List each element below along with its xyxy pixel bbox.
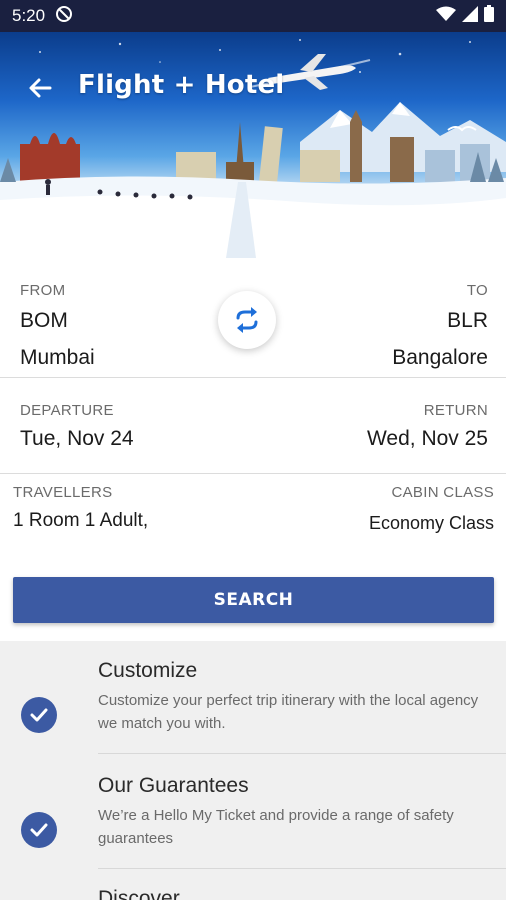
travellers-value: 1 Room 1 Adult, [13,510,149,531]
back-button[interactable] [24,72,56,104]
arrow-left-icon [29,78,52,98]
cabin-class-label: CABIN CLASS [391,484,494,501]
feature-text: Customize Customize your perfect trip it… [98,659,490,735]
signal-icon [462,5,478,27]
to-label: TO [466,282,488,299]
feature-description: We’re a Hello My Ticket and provide a ra… [98,807,454,847]
return-value: Wed, Nov 25 [366,427,488,450]
search-button[interactable]: SEARCH [13,577,494,623]
travellers-field[interactable]: TRAVELLERS 1 Room 1 Adult, [13,484,148,532]
divider [98,753,506,754]
route-section: FROM BOM Mumbai TO BLR Bangalore [0,258,506,378]
check-icon [21,697,57,733]
departure-date-field[interactable]: DEPARTURE Tue, Nov 24 [20,402,134,451]
feature-title: Discover [98,887,180,900]
departure-label: DEPARTURE [20,402,114,419]
to-code: BLR [447,309,488,332]
swap-arrows-icon [236,307,258,333]
feature-text: Discover [98,887,490,900]
to-city: Bangalore [392,346,488,369]
origin-selector[interactable]: FROM BOM Mumbai [20,282,95,373]
departure-value: Tue, Nov 24 [20,427,134,450]
hero-banner: Flight + Hotel [0,32,506,258]
from-label: FROM [20,282,66,299]
from-code: BOM [20,309,68,332]
status-time: 5:20 [12,6,46,25]
status-bar: 5:20 [0,0,506,32]
travellers-section: TRAVELLERS 1 Room 1 Adult, CABIN CLASS E… [0,474,506,570]
return-label: RETURN [423,402,488,419]
feature-description: Customize your perfect trip itinerary wi… [98,692,479,732]
battery-icon [484,5,494,27]
feature-title: Customize [98,659,198,682]
cabin-class-value: Economy Class [368,513,494,533]
feature-text: Our Guarantees We’re a Hello My Ticket a… [98,774,490,850]
check-icon [21,812,57,848]
divider [98,868,506,869]
return-date-field[interactable]: RETURN Wed, Nov 25 [367,402,488,451]
travellers-label: TRAVELLERS [13,484,113,501]
features-list: Customize Customize your perfect trip it… [0,641,506,900]
feature-title: Our Guarantees [98,774,249,797]
destination-selector[interactable]: TO BLR Bangalore [392,282,488,373]
swap-button[interactable] [218,291,276,349]
page-title: Flight + Hotel [78,70,285,100]
cabin-class-field[interactable]: CABIN CLASS Economy Class [369,484,494,534]
from-city: Mumbai [20,346,95,369]
dates-section: DEPARTURE Tue, Nov 24 RETURN Wed, Nov 25 [0,378,506,474]
wifi-icon [436,6,456,27]
hero-illustration [0,39,506,258]
do-not-disturb-icon [55,5,73,28]
